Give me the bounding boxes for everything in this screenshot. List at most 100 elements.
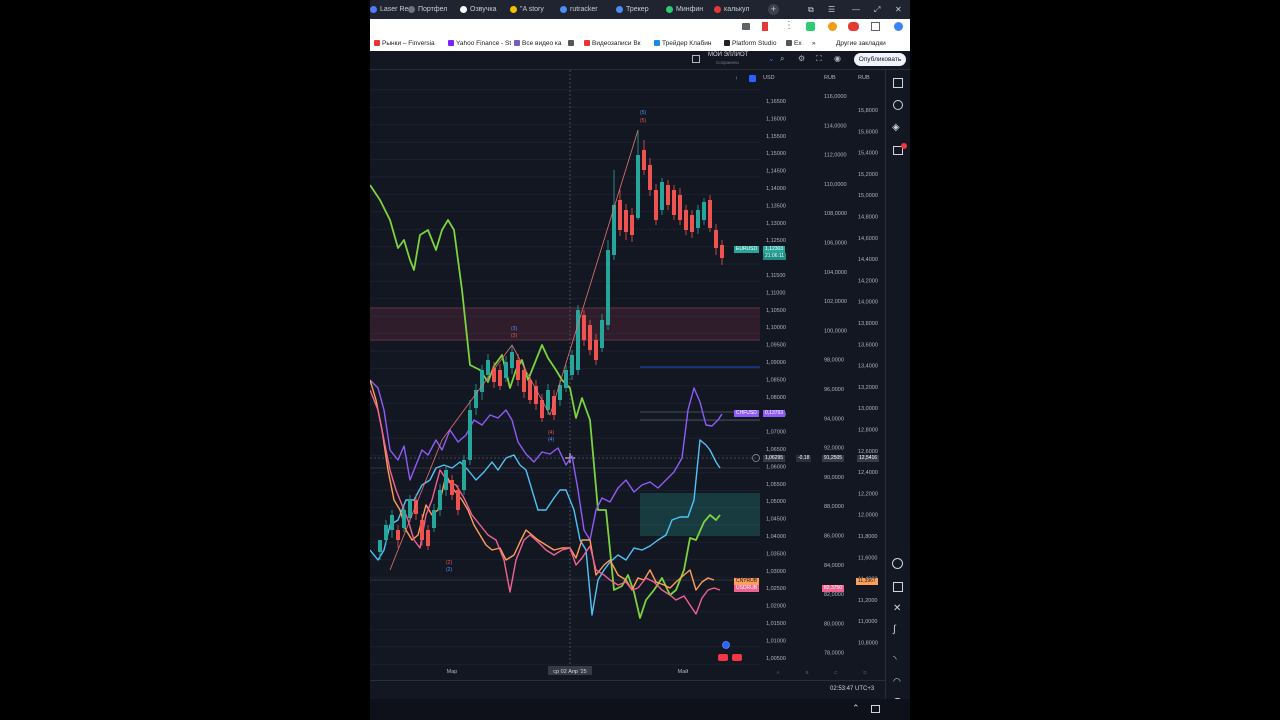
bookmark-item[interactable]: Platform Studio [724, 37, 776, 51]
watchlist-icon[interactable] [893, 78, 903, 88]
price-chart[interactable]: (5) (5) (3)(3) (4)(4) (2)(2) 1,16500 1,16000 1,… [370, 70, 885, 680]
ideas-icon[interactable]: ✕ [893, 603, 901, 614]
comment-icon[interactable] [742, 23, 750, 30]
maximize-panel-icon[interactable] [871, 705, 880, 713]
browser-tab[interactable]: "A story [510, 0, 554, 19]
search-icon[interactable]: ⌕ [780, 54, 784, 64]
bookmark-label: » [812, 40, 816, 47]
candle-body [696, 210, 700, 228]
candle-body [468, 410, 472, 460]
bookmark-item[interactable]: Видеозаписи Вк [584, 37, 641, 51]
candle-body [600, 320, 604, 348]
scale-mid-currency[interactable]: RUB [824, 75, 836, 81]
tab-label: калькул [724, 6, 750, 13]
resistance-zone [370, 308, 760, 340]
menu-icon[interactable]: ☰ [828, 0, 835, 19]
browser-tab[interactable]: калькул [714, 0, 758, 19]
eurusd-axis-label: 1,10000 [766, 325, 786, 331]
browser-tab[interactable]: Портфел [408, 0, 452, 19]
tab-label: rutracker [570, 6, 598, 13]
maximize-icon[interactable]: ⤢ [874, 0, 880, 19]
rub-right-axis-label: 10,8000 [858, 641, 878, 647]
eurusd-tag: EURUSD [734, 246, 760, 253]
candle-body [522, 370, 526, 392]
scale-mode-label: A [776, 670, 779, 675]
bookmark-favicon-icon [448, 40, 454, 47]
rub-right-axis-label: 15,0000 [858, 193, 878, 199]
chfusd-price-tag: 0,13793 [763, 410, 786, 417]
target-icon[interactable] [892, 558, 903, 569]
calendar-icon[interactable] [893, 582, 903, 592]
layout-icon[interactable] [692, 55, 700, 63]
bookmark-item[interactable]: Все видео ка [514, 37, 562, 51]
browser-tab[interactable]: Озвучка [460, 0, 504, 19]
clock[interactable]: 02:53:47 UTC+3 [830, 686, 874, 692]
address-bar[interactable]: ⋮ [370, 19, 910, 37]
tab-search-icon[interactable]: ⧉ [808, 0, 814, 19]
rub-right-axis-label: 12,6000 [858, 449, 878, 455]
arrow-down-icon[interactable]: ↓ [735, 75, 738, 81]
eurusd-axis-label: 1,01000 [766, 638, 786, 644]
publish-button[interactable]: Опубликовать [854, 53, 906, 66]
adblock-icon[interactable] [848, 22, 859, 31]
notification-badge [901, 143, 907, 149]
wave-label-5-red: (5) [640, 118, 646, 124]
candle-body [456, 490, 460, 510]
more-icon[interactable]: ⋮ [784, 20, 794, 31]
signal-icon[interactable]: ◝ [893, 654, 897, 665]
profile-icon[interactable] [894, 22, 903, 31]
usdrub-tag: USDRUB [734, 585, 760, 592]
close-icon[interactable]: ✕ [895, 0, 902, 19]
browser-tab[interactable]: Минфин [666, 0, 710, 19]
link-scale-icon[interactable] [749, 75, 756, 82]
collapse-up-icon[interactable]: ⌃ [852, 703, 860, 714]
candle-body [642, 150, 646, 170]
fullscreen-icon[interactable]: ⛶ [816, 54, 822, 64]
candle-body [690, 215, 694, 232]
minimize-icon[interactable]: — [852, 0, 860, 19]
rub-right-axis-label: 11,0000 [858, 619, 877, 625]
bookmark-icon[interactable] [762, 22, 768, 31]
layers-icon[interactable]: ◈ [892, 122, 900, 133]
rub-right-axis-label: 15,2000 [858, 172, 878, 178]
layout-name[interactable]: МОЙ ЭЛЛИОТ [708, 52, 748, 58]
browser-tab[interactable]: rutracker [560, 0, 604, 19]
bookmark-item[interactable]: Yahoo Finance - St [448, 37, 511, 51]
new-tab-button[interactable]: + [768, 0, 779, 19]
candle-body [720, 245, 724, 258]
bookmark-item[interactable]: Трейдер Клабин [654, 37, 711, 51]
camera-icon[interactable]: ◉ [834, 54, 841, 63]
time-label-may: Май [678, 668, 689, 675]
alerts-icon[interactable] [893, 100, 903, 110]
scale-left-currency[interactable]: USD [763, 75, 775, 81]
rub-mid-axis-label: 106,0000 [824, 241, 847, 247]
bookmark-item[interactable]: » [812, 37, 816, 51]
extension-icon[interactable] [828, 22, 837, 31]
tab-favicon-icon [370, 5, 377, 13]
rub-right-axis-label: 11,8000 [858, 534, 877, 540]
browser-tab[interactable]: Трекер [616, 0, 660, 19]
bookmark-item[interactable]: Рынки – Finversia [374, 37, 435, 51]
wave-label-4-blue: (4) [548, 437, 554, 443]
pine-icon[interactable]: ∫ [893, 624, 896, 635]
eurusd-axis-label: 1,12500 [766, 238, 786, 244]
candle-body [450, 480, 454, 495]
candle-body [636, 155, 640, 218]
bookmark-item[interactable]: Другие закладки [836, 37, 886, 51]
layout-chevron-icon[interactable]: ⌄ [768, 54, 775, 63]
eurusd-axis-label: 1,16000 [766, 116, 786, 122]
crosshair-mid-value: 91,2505 [822, 455, 845, 462]
tab-favicon-icon [510, 5, 517, 13]
rub-mid-axis-label: 94,0000 [824, 416, 844, 422]
cnyrub-tag: CNYRUB [734, 578, 760, 585]
screenshot-area: Laser Re Портфел Озвучка "A story rutracker Т… [370, 0, 910, 720]
candle-body [678, 195, 682, 220]
candle-body [684, 210, 688, 230]
bookmark-item[interactable] [568, 37, 576, 51]
puzzle-icon[interactable] [871, 22, 880, 31]
settings-icon[interactable]: ⚙ [798, 54, 805, 63]
download-icon[interactable] [806, 22, 815, 31]
bell-icon[interactable]: ◠ [893, 676, 901, 687]
scale-right-currency[interactable]: RUB [858, 75, 870, 81]
bookmark-item[interactable]: Ех [786, 37, 802, 51]
